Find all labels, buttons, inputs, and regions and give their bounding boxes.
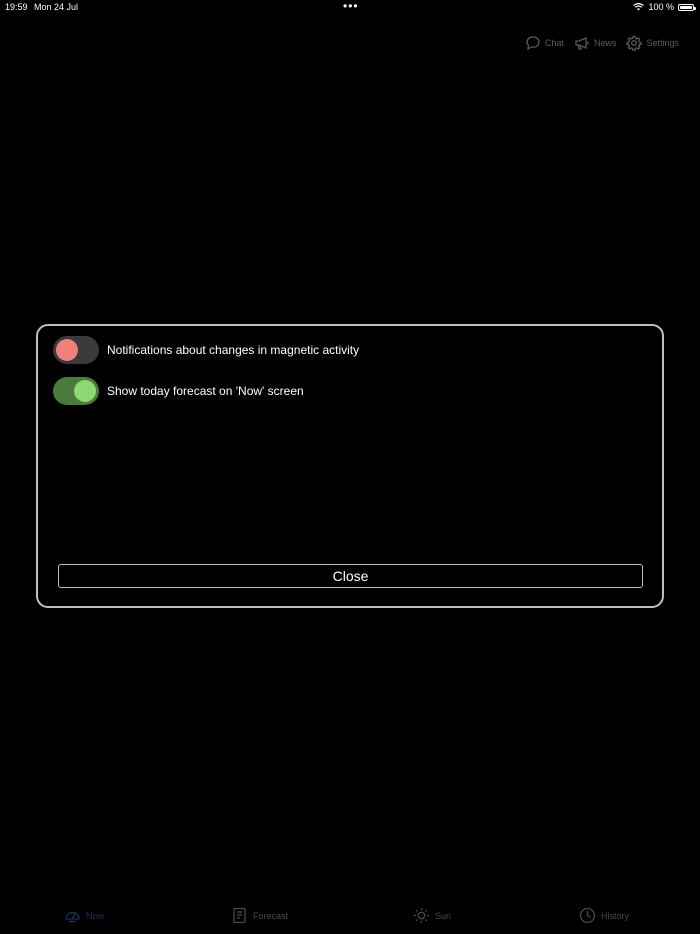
clock-icon (579, 907, 596, 924)
multitasking-dots[interactable]: ••• (343, 0, 359, 12)
wifi-icon (633, 3, 645, 11)
settings-button[interactable]: Settings (626, 35, 679, 51)
setting-row-today-forecast: Show today forecast on 'Now' screen (53, 377, 304, 405)
today-forecast-toggle[interactable] (53, 377, 99, 405)
megaphone-icon (575, 37, 589, 50)
tab-forecast[interactable]: Forecast (231, 907, 288, 924)
toggle-knob (56, 339, 78, 361)
close-button[interactable]: Close (58, 564, 643, 588)
top-nav: Chat News Settings (525, 35, 679, 51)
tab-now-label: Now (86, 910, 105, 921)
tab-history-label: History (601, 910, 630, 921)
tab-sun-label: Sun (435, 910, 452, 921)
tab-forecast-label: Forecast (253, 910, 289, 921)
news-label: News (593, 38, 617, 48)
document-icon (233, 907, 246, 924)
settings-label: Settings (646, 38, 679, 48)
chat-label: Chat (544, 38, 564, 48)
status-right: 100 % (633, 2, 696, 12)
gear-icon (626, 35, 643, 51)
status-date: Mon 24 Jul (34, 2, 79, 12)
setting-row-magnetic-notifications: Notifications about changes in magnetic … (53, 336, 359, 364)
tab-history[interactable]: History (579, 907, 629, 924)
sun-icon (414, 908, 429, 923)
status-bar: 19:59 Mon 24 Jul ••• 100 % (0, 0, 700, 14)
battery-percent: 100 % (648, 2, 674, 12)
tab-now[interactable]: Now (64, 907, 104, 924)
gauge-icon (65, 911, 80, 923)
tab-sun[interactable]: Sun (413, 907, 451, 924)
news-button[interactable]: News (574, 35, 617, 51)
setting-label: Show today forecast on 'Now' screen (107, 384, 304, 398)
magnetic-notifications-toggle[interactable] (53, 336, 99, 364)
battery-icon (678, 3, 696, 11)
status-time: 19:59 (5, 2, 28, 12)
setting-label: Notifications about changes in magnetic … (107, 343, 360, 357)
chat-bubble-icon (526, 36, 540, 51)
bottom-tab-bar: Now Forecast Sun History (0, 900, 700, 934)
settings-dialog: Notifications about changes in magnetic … (36, 324, 664, 608)
toggle-knob (74, 380, 96, 402)
chat-button[interactable]: Chat (525, 35, 564, 51)
